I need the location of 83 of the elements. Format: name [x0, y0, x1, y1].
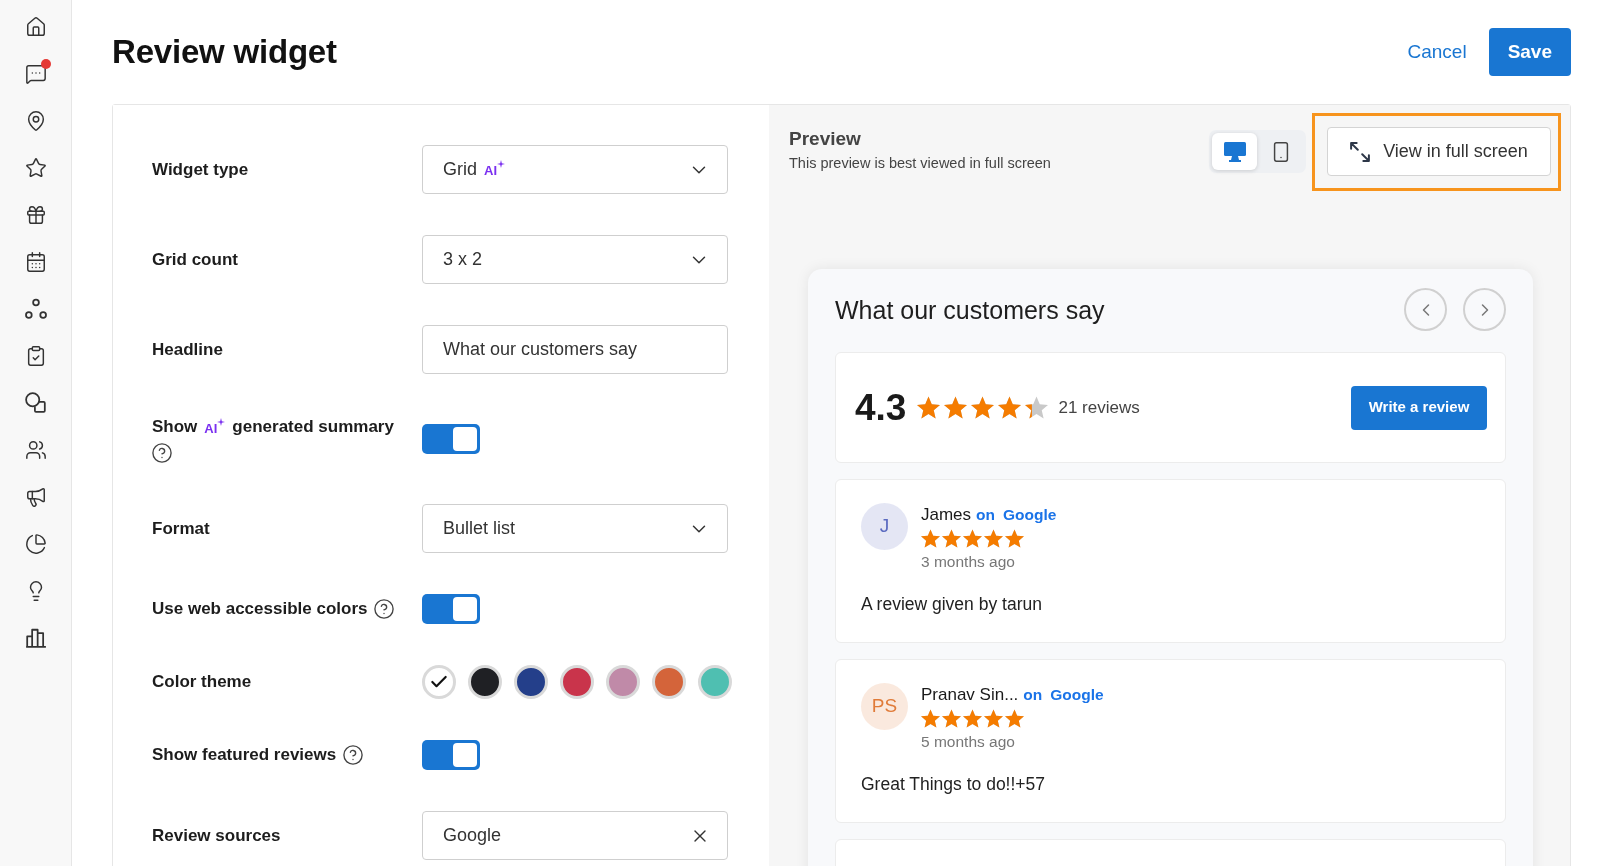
star-icon: [1005, 529, 1024, 548]
star-icon: [971, 396, 995, 419]
star-icon: [998, 396, 1022, 419]
star-icon: [942, 529, 961, 548]
star-icon[interactable]: [24, 157, 47, 179]
help-icon[interactable]: [374, 599, 395, 619]
dropdown[interactable]: Bullet list: [422, 504, 728, 553]
avatar: PS: [861, 683, 908, 730]
star-icon: [963, 709, 982, 728]
source-prefix: on: [1023, 685, 1043, 705]
star-icon: [963, 529, 982, 548]
field-label: Show: [152, 416, 198, 438]
color-swatch[interactable]: [652, 665, 686, 699]
page-title: Review widget: [112, 32, 337, 73]
expand-icon: [1350, 141, 1371, 162]
dropdown[interactable]: Grid AI: [422, 145, 728, 194]
device-button[interactable]: [1212, 133, 1257, 170]
source-link[interactable]: Google: [1050, 683, 1104, 707]
pie-chart-icon[interactable]: [24, 533, 47, 555]
monitor-icon: [1223, 141, 1246, 162]
color-swatch[interactable]: [468, 665, 502, 699]
cancel-link[interactable]: Cancel: [1407, 37, 1467, 67]
dropdown[interactable]: 3 x 2: [422, 235, 728, 284]
preview-subtitle: This preview is best viewed in full screen: [789, 154, 1051, 173]
bar-chart-icon[interactable]: [24, 627, 47, 649]
widget-headline: What our customers say: [835, 294, 1105, 325]
ai-label: AI: [484, 163, 497, 179]
shapes-icon[interactable]: [24, 392, 47, 414]
color-swatch[interactable]: [422, 665, 456, 699]
toggle-switch[interactable]: [422, 594, 480, 624]
star-icon: [1005, 709, 1024, 728]
headline-field[interactable]: What our customers say: [422, 325, 728, 374]
home-icon[interactable]: [24, 16, 47, 38]
color-swatch[interactable]: [606, 665, 640, 699]
star-icon: [921, 709, 940, 728]
full-screen-button[interactable]: View in full screen: [1327, 127, 1551, 176]
source-select[interactable]: Google: [422, 811, 728, 860]
sparkle-icon: [217, 417, 226, 426]
star-icon: [917, 396, 941, 419]
field-label: Grid count: [152, 248, 238, 271]
review-time: 3 months ago: [921, 552, 1016, 572]
source-link[interactable]: Google: [1003, 503, 1057, 527]
field-label: Review sources: [152, 824, 281, 847]
review-count: 21 reviews: [1058, 396, 1140, 419]
field-label: Widget type: [152, 158, 249, 181]
reviewer-name: Pranav Sin...: [921, 684, 1019, 706]
review-time: 5 months ago: [921, 732, 1016, 752]
star-icon: [1025, 396, 1049, 419]
field-label: generated summary: [232, 416, 394, 438]
source-prefix: on: [976, 505, 995, 525]
avatar: J: [861, 503, 908, 550]
ai-label: AI: [204, 420, 218, 437]
color-swatch[interactable]: [698, 665, 732, 699]
gift-icon[interactable]: [24, 204, 47, 226]
review-text: A review given by tarun: [861, 593, 1043, 616]
star-icon: [944, 396, 968, 419]
star-icon: [984, 529, 1003, 548]
help-icon[interactable]: [152, 443, 172, 463]
color-swatch[interactable]: [560, 665, 594, 699]
review-text: Great Things to do!!+57: [861, 773, 1047, 796]
three-circles-icon[interactable]: [24, 298, 47, 320]
average-rating: 4.3: [855, 389, 907, 426]
preview-title: Preview: [789, 127, 862, 151]
star-icon: [942, 709, 961, 728]
chat-icon[interactable]: [24, 63, 47, 85]
color-swatch[interactable]: [514, 665, 548, 699]
field-label: Headline: [152, 338, 223, 361]
save-button[interactable]: Save: [1488, 28, 1571, 76]
toggle-switch[interactable]: [422, 424, 480, 454]
users-icon[interactable]: [24, 439, 47, 461]
field-label: Show featured reviews: [152, 744, 337, 766]
field-label: Use web accessible colors: [152, 598, 368, 620]
megaphone-icon[interactable]: [24, 486, 47, 508]
reviewer-name: James: [921, 504, 972, 526]
sparkle-icon: [497, 160, 505, 168]
star-icon: [921, 529, 940, 548]
toggle-switch[interactable]: [422, 740, 480, 770]
help-icon[interactable]: [343, 745, 364, 765]
star-icon: [984, 709, 1003, 728]
write-review-button[interactable]: Write a review: [1351, 385, 1487, 430]
calendar-icon[interactable]: [24, 251, 47, 273]
field-label: Format: [152, 517, 210, 540]
field-label: Color theme: [152, 671, 252, 693]
